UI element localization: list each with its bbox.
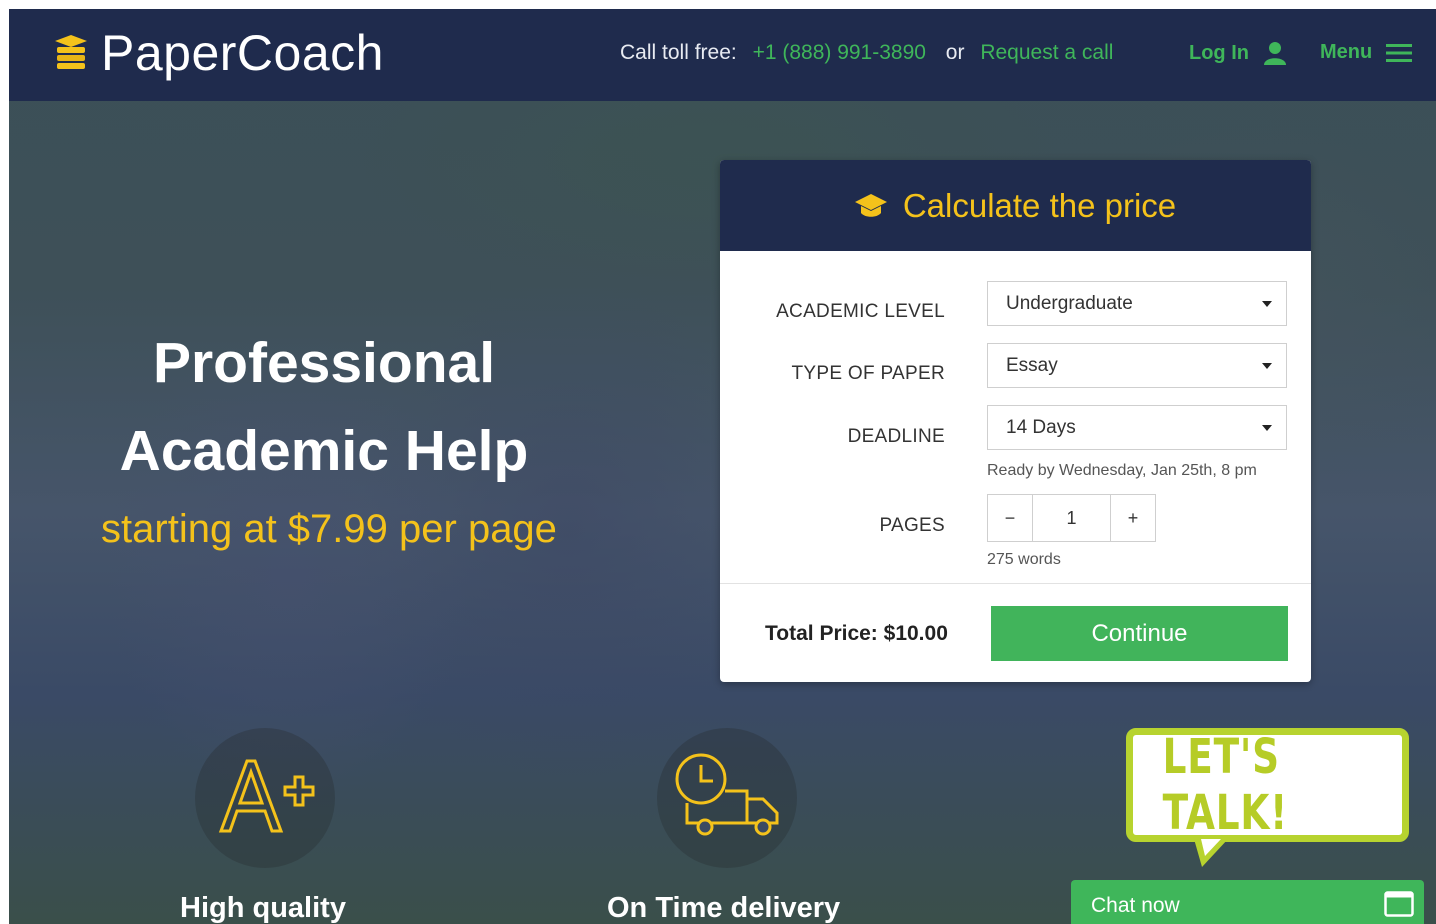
paper-type-select[interactable]: Essay [987, 343, 1287, 388]
site-header: PaperCoach Call toll free: +1 (888) 991-… [9, 9, 1436, 101]
chat-now-label: Chat now [1091, 894, 1180, 917]
phone-link[interactable]: +1 (888) 991-3890 [753, 41, 926, 64]
academic-level-value: Undergraduate [1006, 293, 1133, 314]
lets-talk-text: LET'S TALK! [1162, 729, 1289, 841]
delivery-truck-clock-icon [675, 753, 779, 836]
logo[interactable]: PaperCoach [53, 23, 384, 83]
caret-down-icon [1262, 425, 1272, 431]
pages-label: PAGES [879, 515, 945, 536]
hamburger-icon [1386, 43, 1413, 62]
words-hint: 275 words [987, 551, 1061, 568]
academic-level-label: ACADEMIC LEVEL [776, 301, 945, 322]
caret-down-icon [1262, 301, 1272, 307]
hero-subtitle: starting at $7.99 per page [101, 507, 557, 551]
calculator-divider [720, 583, 1311, 584]
total-price: Total Price: $10.00 [765, 622, 948, 645]
logo-text: PaperCoach [101, 25, 384, 81]
call-info: Call toll free: +1 (888) 991-3890 or Req… [620, 41, 1113, 65]
hero-title-line2: Academic Help [119, 419, 529, 483]
chat-now-bar[interactable]: Chat now [1071, 880, 1424, 924]
login-button[interactable]: Log In [1189, 41, 1287, 65]
chat-window-icon [1384, 891, 1414, 917]
a-plus-icon [218, 759, 315, 833]
page-frame: PaperCoach Call toll free: +1 (888) 991-… [9, 9, 1436, 924]
pages-increment-button[interactable]: + [1111, 495, 1155, 541]
hero-title: Professional Academic Help [79, 319, 569, 495]
pages-stepper: − 1 + [987, 494, 1156, 542]
caret-down-icon [1262, 363, 1272, 369]
continue-button[interactable]: Continue [991, 606, 1288, 661]
graduation-cap-icon [854, 193, 887, 217]
menu-label: Menu [1320, 41, 1373, 63]
deadline-select[interactable]: 14 Days [987, 405, 1287, 450]
deadline-label: DEADLINE [847, 426, 945, 447]
price-calculator: Calculate the price ACADEMIC LEVEL Under… [720, 160, 1311, 682]
calculator-header: Calculate the price [720, 160, 1311, 251]
hero-title-line1: Professional [152, 331, 496, 395]
paper-type-value: Essay [1006, 355, 1058, 376]
feature-label-quality: High quality [180, 892, 346, 924]
books-stack-icon [55, 35, 87, 69]
academic-level-select[interactable]: Undergraduate [987, 281, 1287, 326]
paper-type-label: TYPE OF PAPER [791, 363, 945, 384]
deadline-hint: Ready by Wednesday, Jan 25th, 8 pm [987, 462, 1257, 479]
login-label: Log In [1189, 41, 1249, 64]
speech-tail-icon [1194, 839, 1228, 867]
pages-decrement-button[interactable]: − [988, 495, 1032, 541]
calculator-title: Calculate the price [902, 186, 1177, 224]
top-border [0, 0, 1436, 9]
menu-button[interactable]: Menu [1320, 41, 1413, 64]
feature-label-delivery: On Time delivery [607, 892, 841, 924]
or-text: or [945, 41, 965, 64]
call-label: Call toll free: [620, 41, 737, 64]
lets-talk-bubble[interactable]: LET'S TALK! [1126, 728, 1409, 842]
request-call-link[interactable]: Request a call [980, 41, 1113, 64]
user-icon [1263, 42, 1286, 65]
deadline-value: 14 Days [1006, 417, 1076, 438]
pages-input[interactable]: 1 [1032, 495, 1111, 541]
